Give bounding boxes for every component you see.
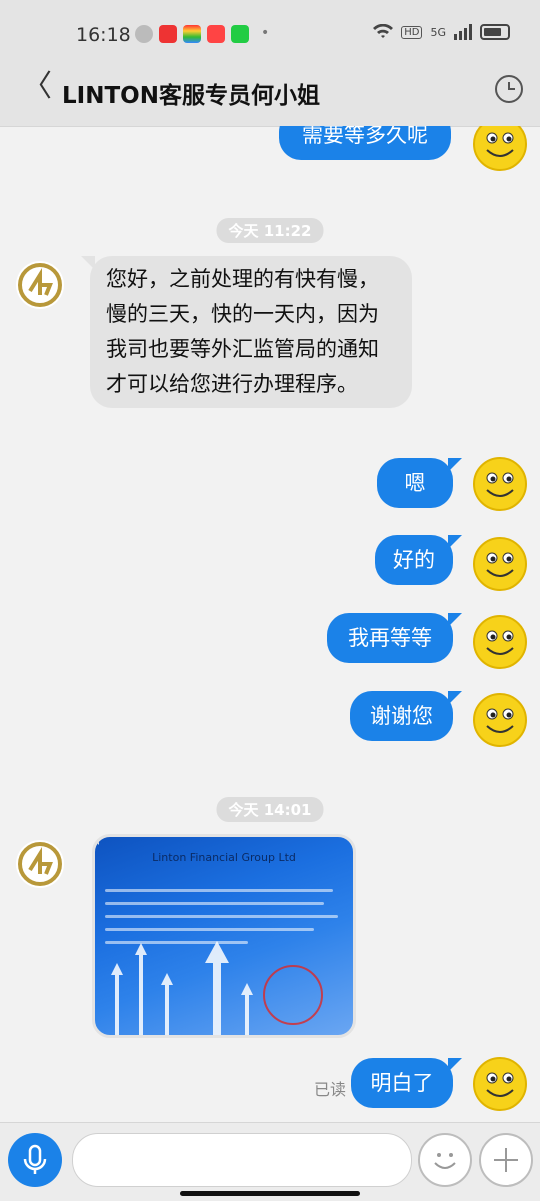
- user-avatar-smiley-icon[interactable]: [472, 692, 528, 748]
- outgoing-message[interactable]: 需要等多久呢: [279, 126, 451, 160]
- user-avatar-smiley-icon[interactable]: [472, 536, 528, 592]
- chevron-left-icon[interactable]: 〈: [22, 72, 52, 102]
- user-avatar-smiley-icon[interactable]: [472, 126, 528, 172]
- outgoing-message[interactable]: 好的: [375, 535, 462, 585]
- voice-button[interactable]: [8, 1133, 62, 1187]
- clock-icon[interactable]: [494, 74, 524, 104]
- outgoing-message[interactable]: 明白了: [351, 1058, 462, 1108]
- document-image-message[interactable]: Linton Financial Group Ltd: [92, 834, 356, 1038]
- status-bar: 16:18 • HD 5G: [0, 0, 540, 54]
- more-button[interactable]: [479, 1133, 533, 1187]
- user-avatar-smiley-icon[interactable]: [472, 614, 528, 670]
- hd-badge: HD: [401, 25, 423, 39]
- status-right-icons: HD 5G: [373, 24, 510, 40]
- network-label: 5G: [430, 25, 446, 39]
- document-title: Linton Financial Group Ltd: [152, 851, 296, 864]
- green-app-icon: [231, 25, 249, 43]
- input-bar: [0, 1122, 540, 1201]
- user-avatar-smiley-icon[interactable]: [472, 1056, 528, 1112]
- wifi-icon: [373, 24, 394, 38]
- timestamp: 今天 11:22: [216, 218, 324, 243]
- chat-list[interactable]: 需要等多久呢 今天 11:22 您好，之前处理的有快有慢，慢的三天，快的一天内，…: [0, 126, 540, 1122]
- status-app-icons: •: [135, 25, 269, 43]
- battery-icon: [480, 24, 510, 40]
- user-avatar-smiley-icon[interactable]: [472, 456, 528, 512]
- timestamp: 今天 14:01: [216, 797, 324, 822]
- wechat-icon: [135, 25, 153, 43]
- incoming-message[interactable]: 您好，之前处理的有快有慢，慢的三天，快的一天内，因为我司也要等外汇监管局的通知才…: [81, 256, 412, 408]
- chat-header: 〈 LINTON客服专员何小姐: [0, 54, 540, 127]
- outgoing-message[interactable]: 嗯: [377, 458, 462, 508]
- smiley-icon: [434, 1153, 456, 1169]
- microphone-icon: [23, 1144, 47, 1174]
- home-indicator: [180, 1191, 360, 1196]
- more-notifications-dot-icon: •: [261, 25, 270, 41]
- signal-icon: [454, 24, 472, 40]
- emoji-button[interactable]: [418, 1133, 472, 1187]
- agent-avatar-logo-icon[interactable]: [16, 261, 64, 309]
- toutiao-icon: [159, 25, 177, 43]
- read-receipt: 已读: [314, 1080, 347, 1099]
- message-input[interactable]: [72, 1133, 412, 1187]
- agent-avatar-logo-icon[interactable]: [16, 840, 64, 888]
- app-multicolor-icon: [183, 25, 201, 43]
- plus-icon: [494, 1148, 518, 1172]
- page-title: LINTON客服专员何小姐: [62, 83, 320, 109]
- status-time: 16:18: [76, 24, 131, 46]
- outgoing-message[interactable]: 谢谢您: [350, 691, 462, 741]
- outgoing-message[interactable]: 我再等等: [327, 613, 462, 663]
- video-app-icon: [207, 25, 225, 43]
- red-seal-stamp: [263, 965, 323, 1025]
